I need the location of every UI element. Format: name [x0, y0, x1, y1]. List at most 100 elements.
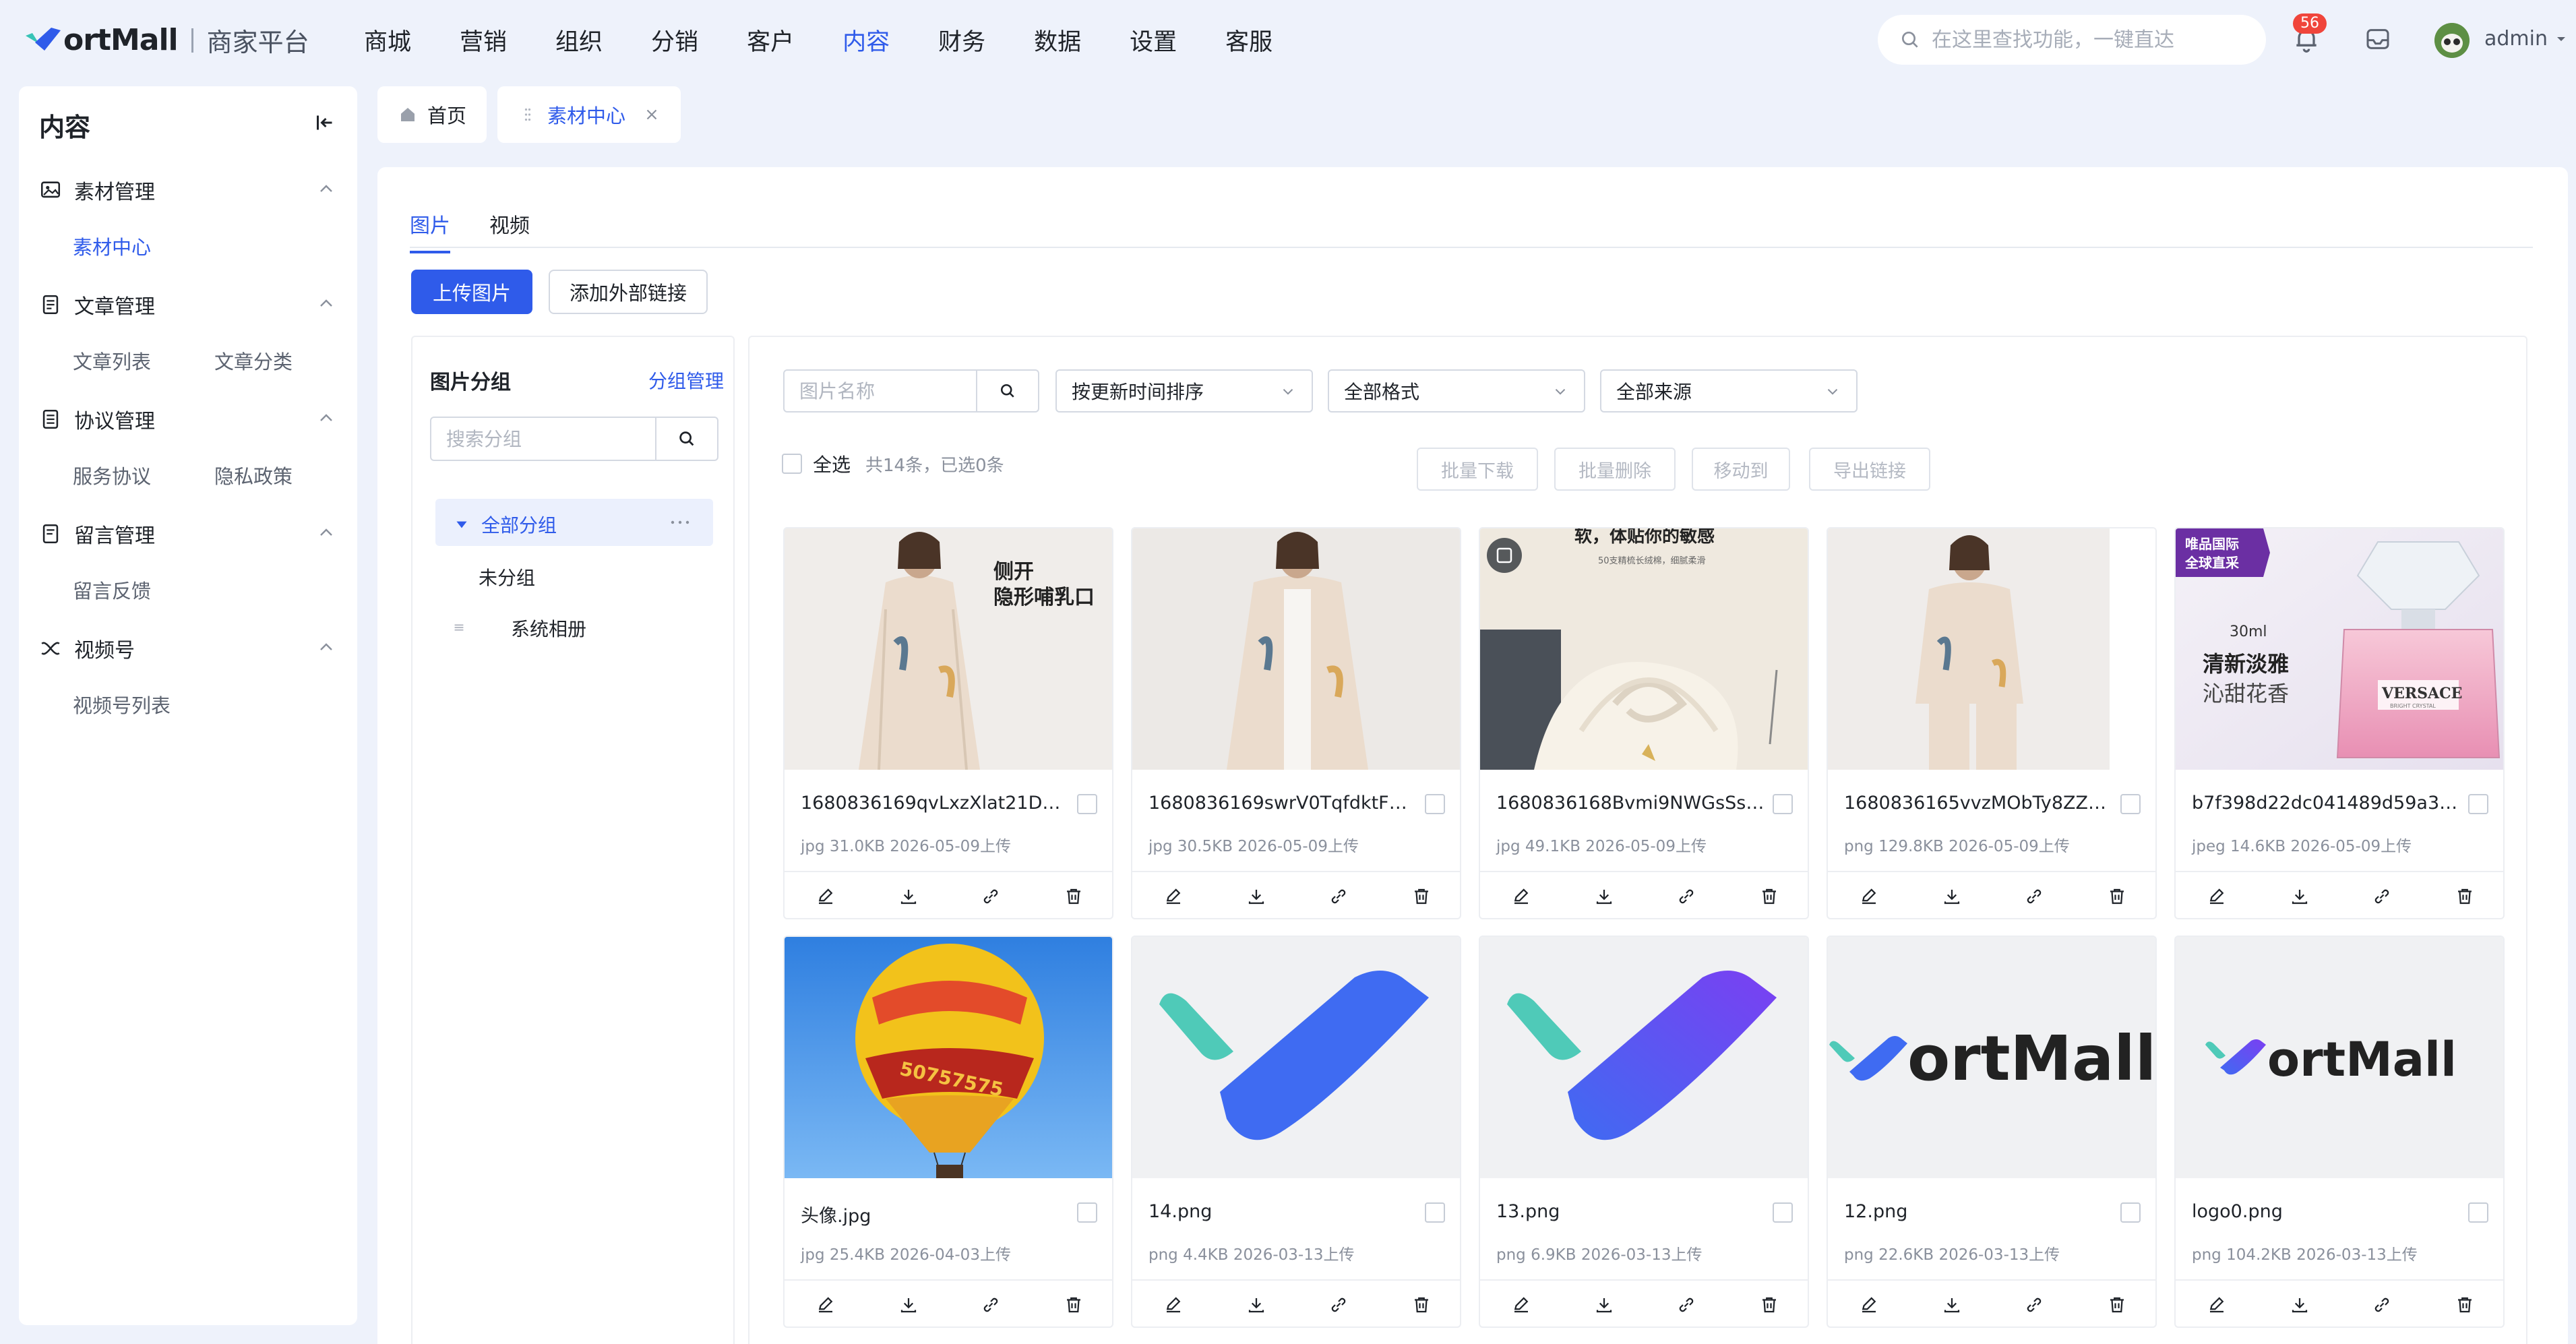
image-checkbox[interactable]	[1425, 1202, 1445, 1223]
chevron-up-icon[interactable]	[315, 522, 337, 543]
nav-organization[interactable]: 组织	[555, 23, 603, 57]
copy-link-button[interactable]	[1993, 872, 2076, 918]
sidebar-item-feedback[interactable]: 留言反馈	[73, 576, 151, 604]
image-checkbox[interactable]	[1077, 794, 1097, 814]
tab-material-center[interactable]: 素材中心	[497, 86, 681, 143]
image-card[interactable]: 侧开 隐形哺乳口 1680836169qvLxzXlat21DoB... jpg…	[783, 527, 1113, 919]
image-card[interactable]: 1680836165vvzMObTy8ZZK... png 129.8KB 20…	[1827, 527, 2157, 919]
image-thumbnail[interactable]: 50757575	[785, 937, 1112, 1178]
delete-button[interactable]	[2076, 1281, 2156, 1326]
image-thumbnail[interactable]	[1132, 528, 1460, 770]
sidebar-group-message[interactable]: 留言管理	[39, 519, 155, 549]
edit-button[interactable]	[1132, 1281, 1215, 1326]
chevron-up-icon[interactable]	[315, 636, 337, 658]
add-external-link-button[interactable]: 添加外部链接	[549, 270, 708, 314]
copy-link-button[interactable]	[1645, 1281, 1728, 1326]
chevron-up-icon[interactable]	[315, 178, 337, 200]
sidebar-item-privacy-policy[interactable]: 隐私政策	[214, 461, 293, 489]
format-select[interactable]: 全部格式	[1328, 369, 1585, 413]
image-card[interactable]: 软，体贴你的敏感 50支精梳长绒棉，细腻柔滑 1680836168Bvmi9NW…	[1479, 527, 1809, 919]
image-card[interactable]: 唯品国际 全球直采 30ml 清新淡雅 沁甜花香 VERSACE BRIGHT …	[2174, 527, 2505, 919]
image-card[interactable]: ortMall logo0.png png 104.2KB 2026-03-13…	[2174, 936, 2505, 1328]
avatar[interactable]	[2434, 23, 2470, 58]
download-button[interactable]	[867, 872, 950, 918]
select-all-checkbox[interactable]	[782, 454, 802, 474]
sidebar-item-video-list[interactable]: 视频号列表	[73, 690, 171, 719]
tree-item-all-groups[interactable]: 全部分组	[453, 511, 557, 538]
download-button[interactable]	[1911, 872, 1994, 918]
image-thumbnail[interactable]	[1132, 937, 1460, 1178]
copy-link-button[interactable]	[1645, 872, 1728, 918]
delete-button[interactable]	[2076, 872, 2156, 918]
edit-button[interactable]	[1480, 1281, 1563, 1326]
drag-handle-icon[interactable]	[452, 620, 466, 635]
nav-finance[interactable]: 财务	[938, 23, 985, 57]
image-card[interactable]: ortMall 12.png png 22.6KB 2026-03-13上传	[1827, 936, 2157, 1328]
delete-button[interactable]	[2424, 1281, 2504, 1326]
tree-item-ungrouped[interactable]: 未分组	[479, 563, 535, 590]
image-checkbox[interactable]	[1425, 794, 1445, 814]
edit-button[interactable]	[1828, 1281, 1911, 1326]
image-thumbnail[interactable]	[1828, 528, 2155, 770]
image-thumbnail[interactable]: 侧开 隐形哺乳口	[785, 528, 1112, 770]
image-checkbox[interactable]	[2468, 1202, 2488, 1223]
image-thumbnail[interactable]	[1480, 937, 1808, 1178]
edit-button[interactable]	[1828, 872, 1911, 918]
delete-button[interactable]	[1033, 872, 1113, 918]
caret-down-icon[interactable]	[453, 516, 470, 533]
sidebar-item-article-list[interactable]: 文章列表	[73, 346, 151, 375]
download-button[interactable]	[1911, 1281, 1994, 1326]
chevron-up-icon[interactable]	[315, 293, 337, 314]
select-all-label[interactable]: 全选	[813, 450, 851, 477]
image-card[interactable]: 50757575 头像.jpg jpg 25.4KB 2026-04-03上传	[783, 936, 1113, 1328]
copy-link-button[interactable]	[950, 872, 1033, 918]
batch-download-button[interactable]: 批量下载	[1417, 448, 1538, 491]
tab-home[interactable]: 首页	[377, 86, 487, 143]
sidebar-item-service-agreement[interactable]: 服务协议	[73, 461, 151, 489]
image-checkbox[interactable]	[1773, 794, 1793, 814]
group-search-input[interactable]	[431, 418, 656, 460]
sidebar-group-material[interactable]: 素材管理	[39, 175, 155, 205]
upload-image-button[interactable]: 上传图片	[411, 270, 532, 314]
sidebar-group-agreement[interactable]: 协议管理	[39, 404, 155, 434]
more-icon[interactable]	[669, 518, 692, 527]
delete-button[interactable]	[2424, 872, 2504, 918]
image-name-input[interactable]	[783, 369, 977, 413]
close-icon[interactable]	[643, 106, 661, 123]
image-card[interactable]: 14.png png 4.4KB 2026-03-13上传	[1131, 936, 1461, 1328]
image-thumbnail[interactable]: ortMall	[2176, 937, 2503, 1178]
edit-button[interactable]	[785, 872, 867, 918]
nav-marketing[interactable]: 营销	[460, 23, 507, 57]
global-search-input[interactable]	[1932, 28, 2255, 52]
download-button[interactable]	[867, 1281, 950, 1326]
drag-handle-icon[interactable]	[518, 104, 538, 125]
inbox-icon[interactable]	[2364, 26, 2391, 53]
sort-select[interactable]: 按更新时间排序	[1055, 369, 1313, 413]
download-button[interactable]	[1215, 872, 1298, 918]
delete-button[interactable]	[1380, 1281, 1461, 1326]
edit-button[interactable]	[2176, 872, 2259, 918]
delete-button[interactable]	[1728, 872, 1808, 918]
image-thumbnail[interactable]: 软，体贴你的敏感 50支精梳长绒棉，细腻柔滑	[1480, 528, 1808, 770]
download-button[interactable]	[1563, 872, 1646, 918]
nav-settings[interactable]: 设置	[1130, 23, 1177, 57]
image-checkbox[interactable]	[2120, 794, 2141, 814]
sidebar-group-video-channel[interactable]: 视频号	[39, 634, 135, 663]
user-menu[interactable]: admin	[2484, 27, 2569, 51]
delete-button[interactable]	[1033, 1281, 1113, 1326]
nav-content[interactable]: 内容	[842, 23, 890, 57]
download-button[interactable]	[1563, 1281, 1646, 1326]
image-checkbox[interactable]	[2468, 794, 2488, 814]
edit-button[interactable]	[1132, 872, 1215, 918]
delete-button[interactable]	[1728, 1281, 1808, 1326]
chevron-up-icon[interactable]	[315, 407, 337, 429]
source-select[interactable]: 全部来源	[1600, 369, 1858, 413]
nav-data[interactable]: 数据	[1034, 23, 1081, 57]
image-checkbox[interactable]	[1773, 1202, 1793, 1223]
logo[interactable]: ortMall 商家平台	[24, 22, 309, 59]
sidebar-item-material-center[interactable]: 素材中心	[73, 232, 151, 260]
global-search[interactable]	[1878, 15, 2266, 65]
nav-mall[interactable]: 商城	[364, 23, 411, 57]
image-card[interactable]: 1680836169swrV0TqfdktFNz... jpg 30.5KB 2…	[1131, 527, 1461, 919]
edit-button[interactable]	[1480, 872, 1563, 918]
